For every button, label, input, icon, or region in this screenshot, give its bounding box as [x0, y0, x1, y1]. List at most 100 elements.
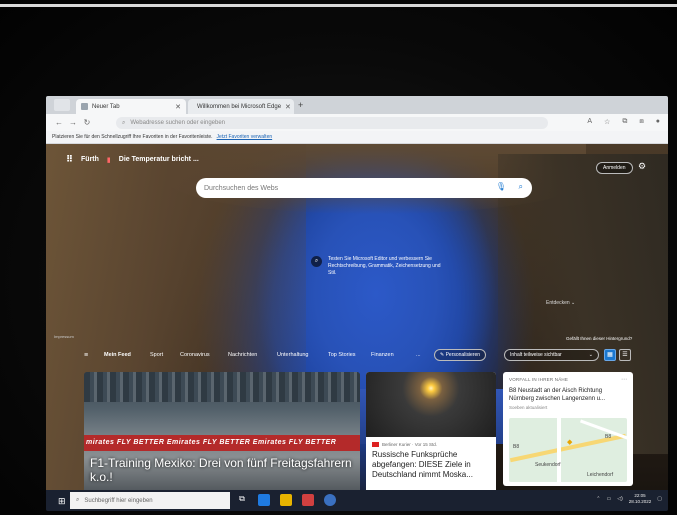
chevron-down-icon: ⌄ [571, 300, 576, 306]
taskbar: ⊞ ⌕ Suchbegriff hier eingeben ⧉ ⌃ ▭ ◁) 2… [46, 490, 668, 511]
favorites-bar-text: Platzieren Sie für den Schnellzugriff Ih… [52, 134, 213, 140]
news-source: Berliner Kurier · Vor 15 Std. [372, 442, 437, 447]
traffic-map: B8 B8 Seukendorf Leichendorf ◆ [509, 418, 627, 482]
search-icon[interactable]: ⌕ [519, 182, 523, 192]
tab-strip: Neuer Tab ✕ Willkommen bei Microsoft Edg… [46, 96, 668, 114]
hamburger-menu-icon[interactable]: ≡ [84, 352, 88, 359]
extensions-icon[interactable]: ⧈ [639, 118, 643, 126]
road-label: B8 [513, 444, 520, 450]
back-arrow-icon[interactable]: ← [52, 118, 66, 127]
taskbar-search-placeholder: Suchbegriff hier eingeben [84, 497, 153, 504]
feed-tab-unterhaltung[interactable]: Unterhaltung [277, 352, 309, 358]
card-headline: Russische Funksprüche abgefangen: DIESE … [372, 450, 473, 479]
impressum-link[interactable]: Impressum [54, 334, 74, 339]
news-card-f1[interactable]: mirates FLY BETTER Emirates FLY BETTER E… [84, 372, 360, 490]
manage-favorites-link[interactable]: Jetzt Favoriten verwalten [217, 134, 273, 140]
favorites-bar: Platzieren Sie für den Schnellzugriff Ih… [46, 131, 668, 144]
speaker-icon[interactable]: ◁) [617, 496, 623, 502]
news-card-rocket[interactable]: Berliner Kurier · Vor 15 Std. Russische … [366, 372, 496, 490]
tab-new-tab[interactable]: Neuer Tab ✕ [76, 99, 186, 114]
incident-marker-icon[interactable]: ◆ [567, 438, 572, 446]
taskbar-search-box[interactable]: ⌕ Suchbegriff hier eingeben [70, 492, 230, 509]
chevron-down-icon: ⌄ [588, 352, 593, 358]
notification-icon[interactable]: ▢ [657, 496, 662, 502]
map-road [557, 418, 561, 482]
feed-tab-mein-feed[interactable]: Mein Feed [104, 352, 131, 358]
forward-arrow-icon[interactable]: → [66, 118, 80, 127]
search-placeholder: Durchsuchen des Webs [204, 184, 279, 192]
address-placeholder: Webadresse suchen oder eingeben [130, 120, 225, 126]
browser-pinned-icon[interactable] [324, 494, 336, 506]
weather-icon: ▮ [106, 156, 111, 164]
network-icon[interactable]: ▭ [606, 496, 611, 502]
file-explorer-icon[interactable] [280, 494, 292, 506]
new-tab-plus-icon[interactable]: + [298, 100, 303, 110]
feed-tab-more[interactable]: ... [416, 352, 421, 358]
traffic-card[interactable]: VORFALL IN IHRER NÄHE ⋯ B8 Neustadt an d… [503, 372, 633, 486]
top-bar: ⠿ Fürth ▮ Die Temperatur bricht ... [66, 154, 199, 165]
close-tab-icon[interactable]: ✕ [285, 103, 291, 111]
editor-promo[interactable]: ⌕ Testen Sie Microsoft Editor und verbes… [311, 256, 441, 277]
feed-navigation: ≡ Mein Feed Sport Coronavirus Nachrichte… [46, 348, 668, 362]
location-label[interactable]: Fürth [81, 156, 99, 163]
search-icon: ⌕ [122, 119, 126, 126]
promo-text: Testen Sie Microsoft Editor und verbesse… [328, 256, 441, 276]
publisher-logo-icon [372, 442, 379, 447]
windows-start-icon[interactable]: ⊞ [58, 496, 66, 507]
rocket-launch-image [366, 372, 496, 437]
browser-toolbar: A ☆ ⧉ ⧈ ● [587, 118, 660, 126]
refresh-icon[interactable]: ↻ [80, 118, 94, 127]
like-background-prompt[interactable]: Gefällt Ihnen dieser Hintergrund? [566, 336, 632, 341]
edge-icon[interactable] [258, 494, 270, 506]
tab-actions-menu[interactable] [54, 99, 70, 111]
map-place-label: Leichendorf [587, 472, 614, 478]
traffic-title: B8 Neustadt an der Aisch Richtung Nürnbe… [509, 388, 606, 402]
search-icon: ⌕ [76, 497, 80, 503]
close-tab-icon[interactable]: ✕ [175, 103, 181, 111]
tab-welcome-edge[interactable]: Willkommen bei Microsoft Edge ✕ [188, 99, 294, 114]
traffic-time: Soeben aktualisiert [509, 405, 548, 410]
tab-label: Neuer Tab [92, 103, 120, 110]
feed-tab-nachrichten[interactable]: Nachrichten [228, 352, 257, 358]
microphone-icon[interactable]: 🎙 [496, 182, 506, 191]
collections-icon[interactable]: ⧉ [622, 118, 627, 126]
top-edge-line [0, 4, 677, 7]
favorites-star-icon[interactable]: ☆ [604, 118, 610, 126]
read-aloud-icon[interactable]: A [587, 118, 592, 126]
feed-tab-sport[interactable]: Sport [150, 352, 163, 358]
clock[interactable]: 22:05 28.10.2022 [629, 493, 652, 505]
signin-button[interactable]: Anmelden [596, 162, 633, 174]
image-caption[interactable]: Entdecken ⌄ [546, 300, 575, 306]
more-options-icon[interactable]: ⋯ [621, 376, 627, 383]
photo-background: Neuer Tab ✕ Willkommen bei Microsoft Edg… [0, 0, 677, 515]
page-icon [81, 103, 88, 110]
road-label: B8 [605, 434, 612, 440]
feed-tab-top-stories[interactable]: Top Stories [328, 352, 356, 358]
content-visibility-dropdown[interactable]: Inhalt teilweise sichtbar ⌄ [504, 349, 599, 361]
address-row: ← → ↻ ⌕ Webadresse suchen oder eingeben … [46, 114, 668, 131]
sponsor-banner: mirates FLY BETTER Emirates FLY BETTER E… [84, 435, 360, 451]
system-tray: ⌃ ▭ ◁) 22:05 28.10.2022 ▢ [596, 493, 662, 505]
weather-text[interactable]: Die Temperatur bricht ... [119, 156, 199, 163]
web-search-box[interactable]: Durchsuchen des Webs 🎙 ⌕ [196, 178, 532, 198]
firefox-icon[interactable] [302, 494, 314, 506]
gear-icon[interactable]: ⚙ [638, 161, 646, 172]
personalize-button[interactable]: ✎ Personalisieren [434, 349, 487, 361]
chevron-up-icon[interactable]: ⌃ [596, 496, 600, 502]
monitor-screen: Neuer Tab ✕ Willkommen bei Microsoft Edg… [46, 96, 668, 511]
grid-layout-icon[interactable]: ▦ [604, 349, 616, 361]
traffic-kicker: VORFALL IN IHRER NÄHE [509, 377, 569, 382]
feed-tab-finanzen[interactable]: Finanzen [371, 352, 394, 358]
new-tab-page: ⠿ Fürth ▮ Die Temperatur bricht ... Anme… [46, 144, 668, 490]
address-bar[interactable]: ⌕ Webadresse suchen oder eingeben [116, 117, 548, 129]
card-headline: F1-Training Mexiko: Drei von fünf Freita… [90, 456, 352, 484]
feed-tab-coronavirus[interactable]: Coronavirus [180, 352, 210, 358]
profile-icon[interactable]: ● [656, 118, 660, 126]
map-place-label: Seukendorf [535, 462, 561, 468]
app-launcher-icon[interactable]: ⠿ [66, 154, 73, 165]
list-layout-icon[interactable]: ☰ [619, 349, 631, 361]
task-view-icon[interactable]: ⧉ [236, 494, 248, 506]
editor-icon: ⌕ [311, 256, 322, 267]
grandstand-image [84, 372, 360, 402]
tab-label: Willkommen bei Microsoft Edge [197, 103, 282, 110]
